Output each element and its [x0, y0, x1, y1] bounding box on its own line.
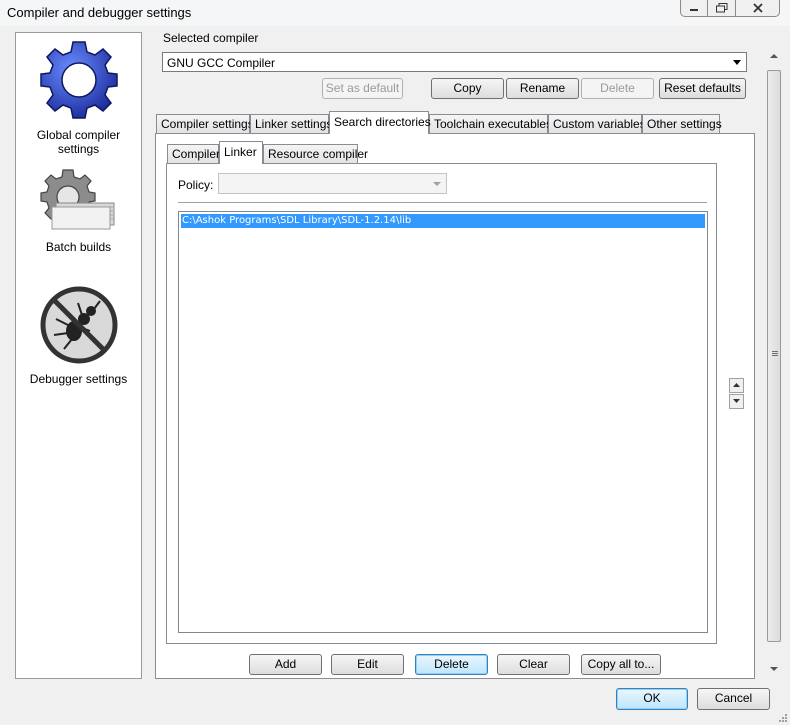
- chevron-down-icon: [433, 182, 441, 186]
- maximize-button[interactable]: [708, 0, 736, 17]
- title-bar: Compiler and debugger settings: [0, 0, 790, 26]
- category-batch-builds[interactable]: Batch builds: [16, 167, 141, 254]
- copy-all-to-button[interactable]: Copy all to...: [581, 654, 661, 675]
- category-global-compiler-settings[interactable]: Global compiler settings: [16, 39, 141, 156]
- clear-directories-button[interactable]: Clear: [497, 654, 570, 675]
- arrow-down-icon: [733, 399, 740, 403]
- move-up-button[interactable]: [729, 378, 744, 393]
- batch-gear-icon: [39, 169, 114, 230]
- subtab-compiler[interactable]: Compiler: [167, 144, 220, 163]
- tab-search-directories[interactable]: Search directories: [329, 111, 431, 134]
- no-bug-icon: [40, 286, 117, 364]
- category-label: Batch builds: [45, 240, 112, 254]
- set-as-default-button[interactable]: Set as default: [322, 78, 403, 99]
- delete-compiler-button[interactable]: Delete: [581, 78, 654, 99]
- rename-compiler-button[interactable]: Rename: [506, 78, 579, 99]
- close-icon: [752, 3, 763, 13]
- grip-line: [772, 355, 778, 356]
- tab-compiler-settings[interactable]: Compiler settings: [156, 114, 254, 133]
- copy-compiler-button[interactable]: Copy: [431, 78, 504, 99]
- window-title: Compiler and debugger settings: [7, 5, 192, 20]
- caption-buttons: [680, 0, 780, 18]
- tab-linker-settings[interactable]: Linker settings: [250, 114, 332, 133]
- subtab-linker[interactable]: Linker: [219, 141, 263, 164]
- minimize-button[interactable]: [680, 0, 708, 17]
- category-label: Debugger settings: [29, 372, 128, 386]
- grip-line: [772, 351, 778, 352]
- delete-directory-button[interactable]: Delete: [415, 654, 488, 675]
- tab-other-settings[interactable]: Other settings: [642, 114, 722, 133]
- subtab-resource-compiler[interactable]: Resource compiler: [263, 144, 368, 163]
- scroll-down-icon[interactable]: [770, 667, 778, 671]
- gear-icon: [39, 41, 118, 119]
- minimize-icon: [690, 9, 698, 11]
- move-down-button[interactable]: [729, 394, 744, 409]
- settings-category-list[interactable]: Global compiler settings Batch builds De…: [15, 32, 142, 679]
- compiler-select-value: GNU GCC Compiler: [167, 56, 276, 70]
- category-label: Global compiler settings: [36, 128, 121, 156]
- add-directory-button[interactable]: Add: [249, 654, 322, 675]
- divider: [178, 202, 707, 203]
- policy-select[interactable]: [218, 173, 447, 194]
- resize-grip-icon[interactable]: [777, 712, 787, 722]
- ok-button[interactable]: OK: [616, 688, 688, 710]
- restore-icon: [715, 3, 727, 13]
- scrollbar-thumb[interactable]: [767, 70, 781, 642]
- tab-toolchain-executables[interactable]: Toolchain executables: [429, 114, 552, 133]
- selected-compiler-label: Selected compiler: [163, 31, 259, 45]
- directories-list[interactable]: C:\Ashok Programs\SDL Library\SDL-1.2.14…: [178, 211, 708, 633]
- tab-custom-variables[interactable]: Custom variables: [548, 114, 646, 133]
- vertical-scrollbar[interactable]: [766, 46, 783, 679]
- compiler-debugger-settings-window: Compiler and debugger settings Global co…: [0, 0, 790, 725]
- scroll-up-icon[interactable]: [770, 54, 778, 58]
- list-item[interactable]: C:\Ashok Programs\SDL Library\SDL-1.2.14…: [181, 214, 705, 228]
- close-button[interactable]: [736, 0, 780, 17]
- dialog-client-area: Global compiler settings Batch builds De…: [0, 26, 790, 725]
- chevron-down-icon: [733, 60, 741, 65]
- compiler-select[interactable]: GNU GCC Compiler: [162, 52, 747, 72]
- policy-label: Policy:: [178, 178, 214, 192]
- edit-directory-button[interactable]: Edit: [331, 654, 404, 675]
- category-debugger-settings[interactable]: Debugger settings: [16, 285, 141, 386]
- cancel-button[interactable]: Cancel: [697, 688, 770, 710]
- reset-defaults-button[interactable]: Reset defaults: [659, 78, 746, 99]
- grip-line: [772, 353, 778, 354]
- arrow-up-icon: [733, 383, 740, 387]
